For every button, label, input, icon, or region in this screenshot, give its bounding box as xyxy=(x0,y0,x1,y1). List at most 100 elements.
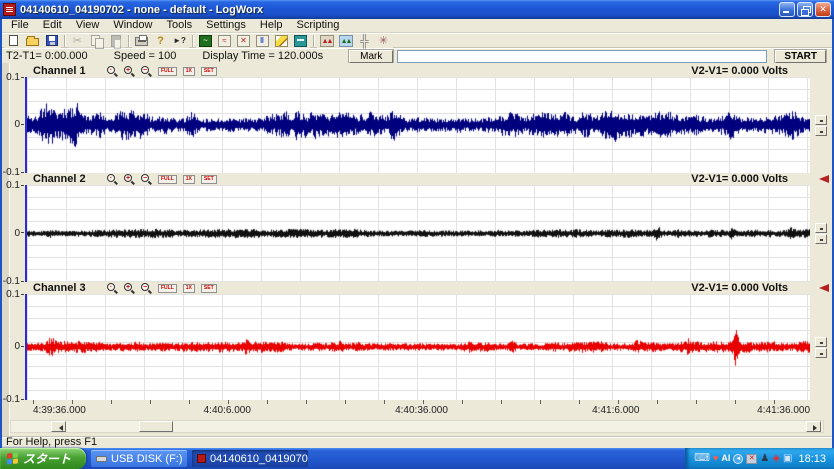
bars-button[interactable]: ‖ xyxy=(253,34,272,48)
close-button[interactable] xyxy=(815,2,831,17)
menu-view[interactable]: View xyxy=(69,19,107,32)
display-icon[interactable]: ▣ xyxy=(783,453,792,464)
scale-down-button[interactable] xyxy=(815,348,827,358)
title-bar: 04140610_04190702 - none - default - Log… xyxy=(0,0,834,19)
menu-tools[interactable]: Tools xyxy=(159,19,199,32)
full-scale-icon[interactable]: FULL xyxy=(158,67,177,76)
scale-set-icon[interactable]: SET xyxy=(201,67,217,76)
archive-button[interactable] xyxy=(291,34,310,48)
channel-plot-row: 0.10-0.1 xyxy=(2,294,832,400)
scroll-thumb[interactable] xyxy=(139,421,173,432)
channel-plot-row: 0.10-0.1 xyxy=(2,77,832,173)
screen: 04140610_04190702 - none - default - Log… xyxy=(0,0,834,469)
print-button[interactable] xyxy=(132,34,151,48)
channel-tools: · + −FULL 1X SET xyxy=(107,283,217,294)
menu-edit[interactable]: Edit xyxy=(36,19,69,32)
full-scale-icon[interactable]: FULL xyxy=(158,284,177,293)
mark-button[interactable]: Mark xyxy=(349,50,393,63)
network-offline-icon[interactable]: ✕ xyxy=(746,454,757,464)
channel-header: Channel 1·+−FULL1XSETV2-V1= 0.000 Volts xyxy=(2,65,832,77)
archive-icon xyxy=(294,35,307,47)
help-icon: ? xyxy=(157,35,164,47)
task-button[interactable]: 04140610_04190702 -... xyxy=(192,450,308,467)
waveform-plot[interactable] xyxy=(25,77,810,173)
channel-2: Channel 2·+−FULL1XSETV2-V1= 0.000 Volts0… xyxy=(2,173,832,282)
time-label: 4:41:36.000 xyxy=(757,405,810,416)
waveform-canvas xyxy=(27,185,810,282)
scale-up-button[interactable] xyxy=(815,115,827,125)
y-label: 0 xyxy=(14,119,24,130)
scale-down-button[interactable] xyxy=(815,126,827,136)
zoom-in-icon-sign: + xyxy=(124,66,132,74)
scale-1x-icon[interactable]: 1X xyxy=(183,175,195,184)
lattice-button[interactable]: ╬ xyxy=(355,34,374,48)
keyboard-icon[interactable]: ⌨ xyxy=(694,453,710,464)
waveform-canvas xyxy=(27,77,810,173)
waveform-plot[interactable] xyxy=(25,294,810,400)
scale-up-button[interactable] xyxy=(815,223,827,233)
start-menu-button[interactable]: スタート xyxy=(0,448,86,469)
menu-settings[interactable]: Settings xyxy=(199,19,253,32)
antivirus-icon[interactable]: ♥ xyxy=(713,453,718,464)
taskbar-tasks: USB DISK (F:) 04140610_04190702 -... xyxy=(86,450,308,467)
zoom-select-icon[interactable]: · xyxy=(107,66,118,77)
restore-button[interactable] xyxy=(797,2,813,17)
zoom-select-icon[interactable]: · xyxy=(107,174,118,185)
zoom-select-icon-sign: · xyxy=(107,174,115,182)
zoom-in-icon-sign: + xyxy=(124,283,132,291)
cut-button: ✂ xyxy=(68,34,87,48)
display-time-readout: Display Time = 120.000s xyxy=(202,50,323,62)
zoom-select-icon[interactable]: · xyxy=(107,283,118,294)
scale-up-button[interactable] xyxy=(815,337,827,347)
scale-down-button[interactable] xyxy=(815,234,827,244)
peaks-red-button[interactable]: ▲▲ xyxy=(317,34,336,48)
graph-green-button[interactable]: ~ xyxy=(196,34,215,48)
zoom-out-icon[interactable]: − xyxy=(141,174,152,185)
analyze-button[interactable]: ≈ xyxy=(215,34,234,48)
waveform-plot[interactable] xyxy=(25,185,810,282)
zoom-select-icon-sign: · xyxy=(107,283,115,291)
open-folder-button[interactable] xyxy=(23,34,42,48)
zoom-in-icon[interactable]: + xyxy=(124,283,135,294)
hide-icons-button[interactable]: ◄ xyxy=(733,454,743,464)
copy-button xyxy=(87,34,106,48)
user-icon[interactable]: ♟ xyxy=(760,453,769,464)
full-scale-icon[interactable]: FULL xyxy=(158,175,177,184)
menu-help[interactable]: Help xyxy=(253,19,290,32)
fft-button[interactable]: ✕ xyxy=(234,34,253,48)
menu-file[interactable]: File xyxy=(4,19,36,32)
v2v1-readout: V2-V1= 0.000 Volts xyxy=(691,282,788,294)
zoom-out-icon[interactable]: − xyxy=(141,283,152,294)
task-button[interactable]: USB DISK (F:) xyxy=(91,450,187,467)
context-help-button[interactable]: ►? xyxy=(170,34,189,48)
scale-set-icon[interactable]: SET xyxy=(201,284,217,293)
zoom-in-icon[interactable]: + xyxy=(124,66,135,77)
menu-window[interactable]: Window xyxy=(106,19,159,32)
new-document-button[interactable] xyxy=(4,34,23,48)
copy-icon xyxy=(91,35,103,47)
scatter-button[interactable]: ✳ xyxy=(374,34,393,48)
zoom-in-icon[interactable]: + xyxy=(124,174,135,185)
help-button[interactable]: ? xyxy=(151,34,170,48)
start-button[interactable]: START xyxy=(775,50,826,63)
minimize-button[interactable] xyxy=(779,2,795,17)
peaks-green-icon: ▲▲ xyxy=(339,35,353,47)
zoom-out-icon[interactable]: − xyxy=(141,66,152,77)
scroll-left-button[interactable] xyxy=(51,421,66,432)
horizontal-scrollbar[interactable] xyxy=(10,420,824,433)
scale-1x-icon[interactable]: 1X xyxy=(183,284,195,293)
mark-input[interactable] xyxy=(397,50,767,63)
security-icon[interactable]: ◈ xyxy=(772,453,780,464)
y-axis-labels: 0.10-0.1 xyxy=(2,185,25,282)
edit-pencil-button[interactable] xyxy=(272,34,291,48)
scale-set-icon[interactable]: SET xyxy=(201,175,217,184)
scale-1x-icon[interactable]: 1X xyxy=(183,67,195,76)
graph-green-icon: ~ xyxy=(199,35,212,47)
clock: 18:13 xyxy=(798,453,826,465)
save-button[interactable] xyxy=(42,34,61,48)
toolbar-separator xyxy=(128,35,129,47)
peaks-green-button[interactable]: ▲▲ xyxy=(336,34,355,48)
menu-scripting[interactable]: Scripting xyxy=(290,19,347,32)
ime-language-icon[interactable]: AI xyxy=(721,453,730,464)
scroll-right-button[interactable] xyxy=(806,421,821,432)
